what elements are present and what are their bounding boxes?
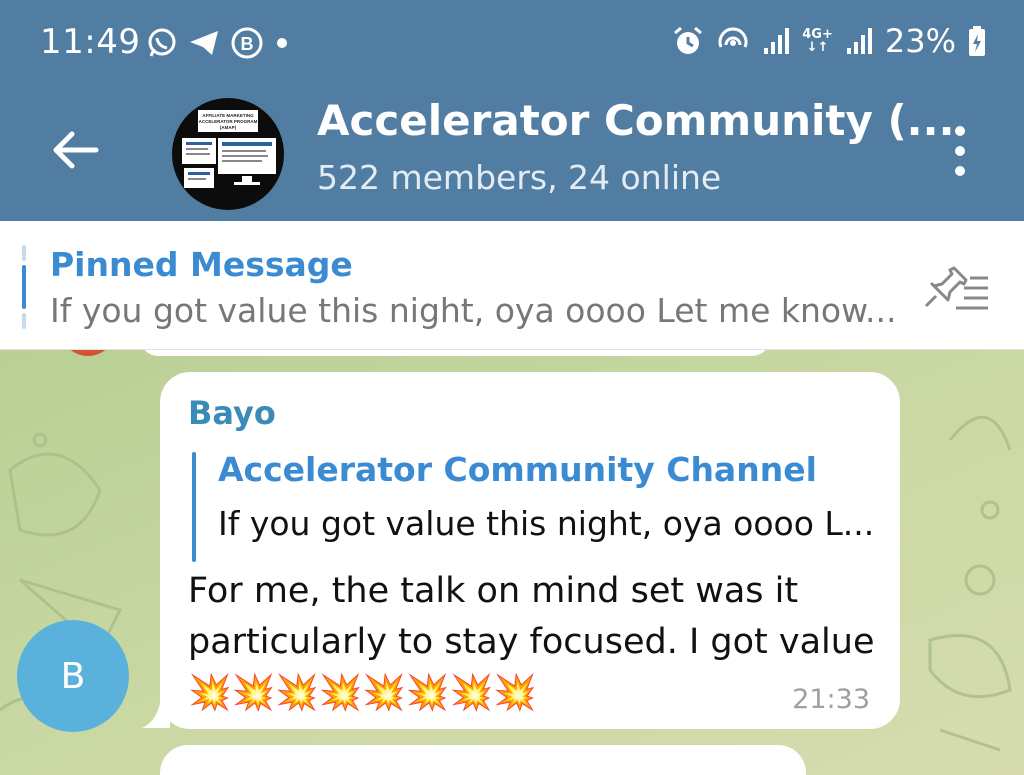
message-text: For me, the talk on mind set was it part… [188,571,875,713]
pin-indicator-active [22,265,26,309]
status-bar: 11:49 B 4G+ ↓↑ 23% [0,0,1024,88]
chat-title[interactable]: Accelerator Community (... [317,96,955,145]
pinned-text: If you got value this night, oya oooo Le… [50,291,897,330]
avatar-line-2: ACCELERATOR PROGRAM [199,119,258,124]
battery-icon [969,26,985,56]
back-arrow-icon[interactable] [48,122,104,178]
status-time: 11:49 [40,22,141,62]
data-arrows-icon: ↓↑ [806,40,829,55]
chat-area[interactable]: Bayo Accelerator Community Channel If yo… [0,350,1024,775]
reply-indicator [192,452,196,562]
reply-title[interactable]: Accelerator Community Channel [218,450,817,489]
battery-level: 23% [884,22,956,60]
network-type: 4G+ ↓↑ [802,28,833,54]
sender-avatar-letter: B [60,655,86,697]
group-avatar-image: AFFILIATE MARKETING ACCELERATOR PROGRAM … [182,110,276,188]
chat-header: AFFILIATE MARKETING ACCELERATOR PROGRAM … [0,88,1024,221]
svg-text:B: B [241,34,254,54]
chat-subtitle: 522 members, 24 online [317,158,722,197]
dot-icon [277,38,287,48]
pinned-message-bar[interactable]: Pinned Message If you got value this nig… [0,221,1024,350]
pinned-list-icon[interactable] [920,266,992,312]
more-options-icon[interactable] [948,122,972,180]
message-bubble[interactable]: Bayo Accelerator Community Channel If yo… [160,372,900,729]
reply-text[interactable]: If you got value this night, oya oooo L.… [218,504,874,543]
pinned-title: Pinned Message [50,245,353,284]
signal-icon-2 [846,28,872,54]
sender-avatar[interactable]: B [17,620,129,732]
telegram-icon [190,31,218,55]
notification-icons: B [146,26,290,60]
signal-icon [764,28,790,54]
avatar-line-3: (AMAP) [220,125,237,130]
sender-name[interactable]: Bayo [188,394,276,432]
whatsapp-icon [148,28,176,57]
hotspot-icon [718,27,748,48]
b-badge-icon: B [231,27,263,59]
group-avatar[interactable]: AFFILIATE MARKETING ACCELERATOR PROGRAM … [172,98,284,210]
avatar-line-1: AFFILIATE MARKETING [202,113,254,118]
previous-message-bubble[interactable] [140,350,770,356]
message-time: 21:33 [792,684,870,715]
pin-indicator-bottom [22,313,26,329]
alarm-icon [674,26,703,54]
pin-indicator-top [22,245,26,261]
next-message-bubble[interactable] [160,745,806,775]
status-right: 4G+ ↓↑ 23% [672,22,986,60]
